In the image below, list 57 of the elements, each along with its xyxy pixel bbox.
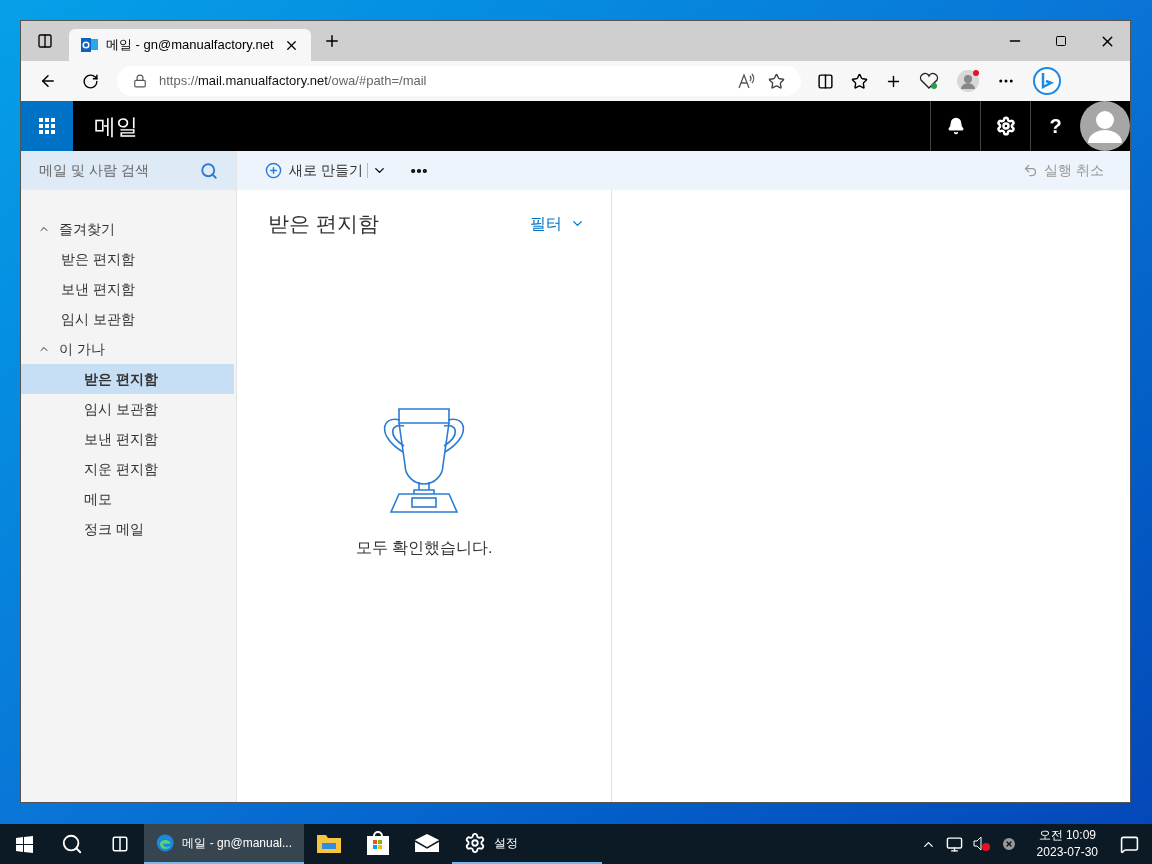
folder-group-header[interactable]: 즐겨찾기 [21, 214, 236, 244]
new-button[interactable]: 새로 만들기 [265, 160, 363, 181]
status-error-icon[interactable] [1000, 836, 1017, 852]
split-screen-icon[interactable] [817, 72, 834, 90]
folder-item[interactable]: 받은 편지함 [21, 364, 234, 394]
back-icon[interactable] [39, 72, 57, 90]
favorite-star-icon[interactable] [768, 72, 785, 90]
profile-avatar-icon[interactable] [956, 69, 980, 93]
start-icon[interactable] [15, 835, 33, 853]
shopping-bag-icon [366, 830, 390, 856]
refresh-icon[interactable] [81, 72, 99, 90]
chat-assistant-icon[interactable] [1032, 66, 1062, 96]
folder-item[interactable]: 메모 [21, 484, 234, 514]
folder-item[interactable]: 받은 편지함 [21, 244, 234, 274]
undo-icon [1023, 163, 1039, 178]
lock-icon [133, 74, 147, 88]
folder-item[interactable]: 임시 보관함 [21, 394, 234, 424]
filter-button[interactable]: 필터 [530, 211, 585, 236]
address-bar[interactable]: https://mail.manualfactory.net/owa/#path=/mail [117, 66, 801, 96]
folder-item[interactable]: 보낸 편지함 [21, 274, 234, 304]
user-avatar-icon[interactable] [1080, 101, 1130, 151]
help-icon[interactable]: ? [1049, 111, 1062, 141]
settings-icon[interactable] [995, 116, 1016, 136]
taskbar-app[interactable]: 설정 [452, 824, 602, 864]
tab-actions-icon[interactable] [37, 33, 53, 49]
taskbar-app[interactable]: 메일 - gn@manual... [144, 824, 304, 864]
folder-item[interactable]: 정크 메일 [21, 514, 234, 544]
app-launcher-icon[interactable] [39, 118, 55, 134]
envelope-icon [414, 833, 440, 853]
volume-muted-icon[interactable] [972, 836, 991, 852]
favorites-icon[interactable] [851, 72, 868, 90]
folder-item[interactable]: 지운 편지함 [21, 454, 234, 484]
new-tab-icon[interactable] [323, 32, 341, 50]
read-aloud-icon[interactable] [738, 73, 756, 89]
folder-item[interactable]: 임시 보관함 [21, 304, 234, 334]
search-icon[interactable] [61, 833, 83, 855]
search-box[interactable]: 메일 및 사람 검색 [21, 151, 236, 190]
notifications-icon[interactable] [946, 117, 965, 135]
folder-group-header[interactable]: 이 가나 [21, 334, 236, 364]
url-text: https://mail.manualfactory.net/owa/#path=/mail [159, 72, 428, 91]
tab-title: 메일 - gn@manualfactory.net [106, 36, 275, 55]
empty-message: 모두 확인했습니다. [355, 537, 493, 558]
clock[interactable]: 오전 10:09 2023-07-30 [1028, 827, 1106, 861]
folder-icon [316, 832, 342, 854]
network-icon[interactable] [945, 835, 963, 853]
list-title: 받은 편지함 [268, 211, 379, 237]
settings-icon [464, 832, 486, 854]
notification-center-icon[interactable] [1119, 834, 1139, 854]
folder-item[interactable]: 보낸 편지함 [21, 424, 234, 454]
mail-app-icon [81, 37, 98, 53]
maximize-icon[interactable] [1055, 35, 1067, 47]
app-title: 메일 [94, 112, 138, 141]
heartbeat-icon[interactable] [919, 72, 939, 90]
browser-tab[interactable]: 메일 - gn@manualfactory.net [69, 29, 311, 61]
search-field[interactable]: 메일 및 사람 검색 [39, 160, 200, 181]
task-view-icon[interactable] [111, 835, 129, 853]
plus-circle-icon [265, 162, 282, 179]
